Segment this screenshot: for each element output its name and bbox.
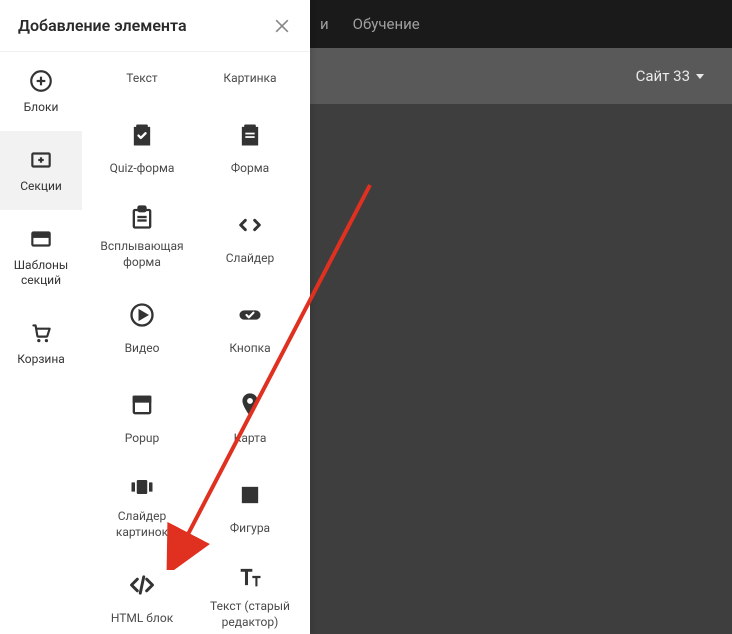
sidebar-tab-label: Корзина (17, 352, 65, 367)
element-label: Quiz-форма (110, 161, 175, 177)
element-label: Видео (125, 341, 160, 357)
element-slider[interactable]: Слайдер (196, 192, 304, 282)
play-circle-icon (128, 301, 156, 329)
cart-icon (28, 320, 54, 346)
clipboard-icon (236, 121, 264, 149)
close-icon (272, 16, 292, 36)
element-popup-form[interactable]: Всплывающая форма (88, 192, 196, 282)
sidebar-tabs: Блоки Секции Шаблоны секций Корзина (0, 52, 82, 634)
sidebar-tab-templates[interactable]: Шаблоны секций (0, 210, 82, 304)
element-form[interactable]: Форма (196, 102, 304, 192)
template-icon (28, 226, 54, 252)
element-text[interactable]: Текст (88, 56, 196, 102)
element-button[interactable]: Кнопка (196, 282, 304, 372)
main-area: Сайт 33 (310, 48, 732, 634)
section-plus-icon (28, 147, 54, 173)
element-text-old[interactable]: Текст (старый редактор) (196, 552, 304, 634)
sidebar-tab-sections[interactable]: Секции (0, 131, 82, 210)
element-map[interactable]: Карта (196, 372, 304, 462)
element-label: Слайдер (226, 251, 275, 267)
nav-training[interactable]: Обучение (353, 15, 420, 33)
element-label: Картинка (223, 71, 276, 87)
text-icon (236, 563, 264, 591)
element-figure[interactable]: Фигура (196, 462, 304, 552)
element-video[interactable]: Видео (88, 282, 196, 372)
element-label: Форма (231, 161, 269, 177)
square-icon (236, 481, 264, 509)
element-label: Текст (старый редактор) (200, 599, 300, 630)
site-selector[interactable]: Сайт 33 (310, 48, 732, 104)
element-popup[interactable]: Popup (88, 372, 196, 462)
element-image[interactable]: Картинка (196, 56, 304, 102)
element-label: Текст (126, 71, 157, 87)
plus-circle-icon (28, 68, 54, 94)
elements-grid: Текст Картинка Quiz-форма Форма Всплываю… (82, 52, 310, 634)
nav-cut-item[interactable]: и (320, 15, 329, 33)
window-icon (128, 391, 156, 419)
sidebar-tab-label: Секции (20, 179, 62, 194)
button-icon (236, 301, 264, 329)
slider-icon (236, 211, 264, 239)
element-label: Popup (125, 431, 159, 447)
carousel-icon (128, 473, 156, 501)
sidebar-tab-trash[interactable]: Корзина (0, 304, 82, 383)
element-label: Кнопка (229, 341, 270, 357)
element-image-slider[interactable]: Слайдер картинок (88, 462, 196, 552)
sidebar-tab-label: Блоки (24, 100, 59, 115)
clipboard-check-icon (128, 121, 156, 149)
element-html-block[interactable]: HTML блок (88, 552, 196, 634)
sidebar-tab-label: Шаблоны секций (6, 258, 76, 288)
close-button[interactable] (272, 16, 292, 36)
add-element-panel: Добавление элемента Блоки Секции Шаблоны… (0, 0, 310, 634)
code-icon (128, 571, 156, 599)
element-label: Карта (234, 431, 267, 447)
site-selector-label: Сайт 33 (636, 67, 690, 85)
panel-title: Добавление элемента (18, 16, 187, 35)
element-label: HTML блок (111, 611, 173, 627)
panel-body: Блоки Секции Шаблоны секций Корзина Текс… (0, 52, 310, 634)
chevron-down-icon (696, 74, 704, 79)
clipboard-popup-icon (128, 203, 156, 231)
element-label: Всплывающая форма (92, 239, 192, 270)
element-label: Слайдер картинок (92, 509, 192, 540)
sidebar-tab-blocks[interactable]: Блоки (0, 52, 82, 131)
panel-header: Добавление элемента (0, 0, 310, 52)
element-label: Фигура (230, 521, 270, 537)
pin-icon (236, 391, 264, 419)
element-quiz[interactable]: Quiz-форма (88, 102, 196, 192)
